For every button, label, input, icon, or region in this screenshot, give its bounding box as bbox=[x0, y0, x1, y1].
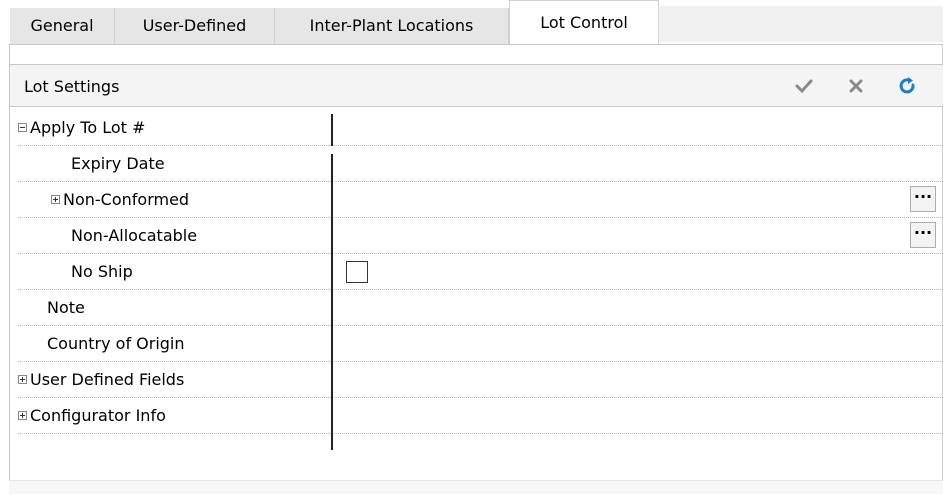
grid-row-country-of-origin[interactable]: Country of Origin bbox=[18, 326, 943, 362]
column-divider-gap bbox=[331, 146, 333, 154]
grid-row-expiry-date[interactable]: Expiry Date bbox=[18, 146, 943, 182]
grid-row-user-defined-fields[interactable]: User Defined Fields bbox=[18, 362, 943, 398]
checkmark-icon bbox=[795, 79, 813, 93]
grid-row-no-ship[interactable]: No Ship bbox=[18, 254, 943, 290]
tab-bar: General User-Defined Inter-Plant Locatio… bbox=[0, 0, 943, 44]
collapse-icon[interactable] bbox=[18, 123, 27, 132]
panel-title: Lot Settings bbox=[24, 77, 120, 96]
panel-footer bbox=[9, 480, 943, 494]
tabstrip-background bbox=[658, 6, 943, 42]
row-label-text: Country of Origin bbox=[47, 334, 185, 353]
row-label: Apply To Lot # bbox=[18, 110, 145, 146]
row-label-text: Non-Conformed bbox=[63, 190, 190, 209]
expand-icon[interactable] bbox=[18, 411, 27, 420]
tab-label: General bbox=[30, 16, 94, 35]
column-divider[interactable] bbox=[331, 114, 333, 450]
row-label-text: Note bbox=[47, 298, 85, 317]
tab-lot-control[interactable]: Lot Control bbox=[509, 0, 659, 44]
grid-row-non-allocatable[interactable]: Non-Allocatable ··· bbox=[18, 218, 943, 254]
row-label-text: Apply To Lot # bbox=[30, 118, 146, 137]
accept-button[interactable] bbox=[791, 73, 817, 99]
row-label: User Defined Fields bbox=[18, 362, 184, 398]
property-grid: Apply To Lot # Expiry Date Non-Conformed… bbox=[18, 110, 943, 450]
cancel-button[interactable] bbox=[843, 73, 869, 99]
grid-row-note[interactable]: Note bbox=[18, 290, 943, 326]
refresh-icon bbox=[899, 77, 915, 94]
tab-label: Inter-Plant Locations bbox=[309, 16, 474, 35]
row-label-text: User Defined Fields bbox=[30, 370, 185, 389]
close-icon bbox=[849, 79, 863, 93]
row-label-text: No Ship bbox=[71, 262, 133, 281]
grid-row-apply-to-lot[interactable]: Apply To Lot # bbox=[18, 110, 943, 146]
row-label-text: Non-Allocatable bbox=[71, 226, 198, 245]
no-ship-checkbox[interactable] bbox=[346, 261, 368, 283]
expand-icon[interactable] bbox=[51, 195, 60, 204]
refresh-button[interactable] bbox=[895, 73, 921, 99]
non-allocatable-ellipsis-button[interactable]: ··· bbox=[910, 222, 936, 248]
row-label: Configurator Info bbox=[18, 398, 166, 434]
expand-icon[interactable] bbox=[18, 375, 27, 384]
row-label-text: Expiry Date bbox=[71, 154, 165, 173]
row-label: Non-Conformed bbox=[51, 182, 189, 218]
tab-label: User-Defined bbox=[142, 16, 247, 35]
tab-label: Lot Control bbox=[540, 13, 628, 32]
tab-inter-plant-locations[interactable]: Inter-Plant Locations bbox=[275, 8, 509, 44]
non-conformed-ellipsis-button[interactable]: ··· bbox=[910, 186, 936, 212]
tab-general[interactable]: General bbox=[10, 8, 115, 44]
row-label-text: Configurator Info bbox=[30, 406, 166, 425]
grid-row-configurator-info[interactable]: Configurator Info bbox=[18, 398, 943, 434]
panel-header: Lot Settings bbox=[10, 64, 943, 107]
tab-user-defined[interactable]: User-Defined bbox=[115, 8, 275, 44]
grid-row-non-conformed[interactable]: Non-Conformed ··· bbox=[18, 182, 943, 218]
